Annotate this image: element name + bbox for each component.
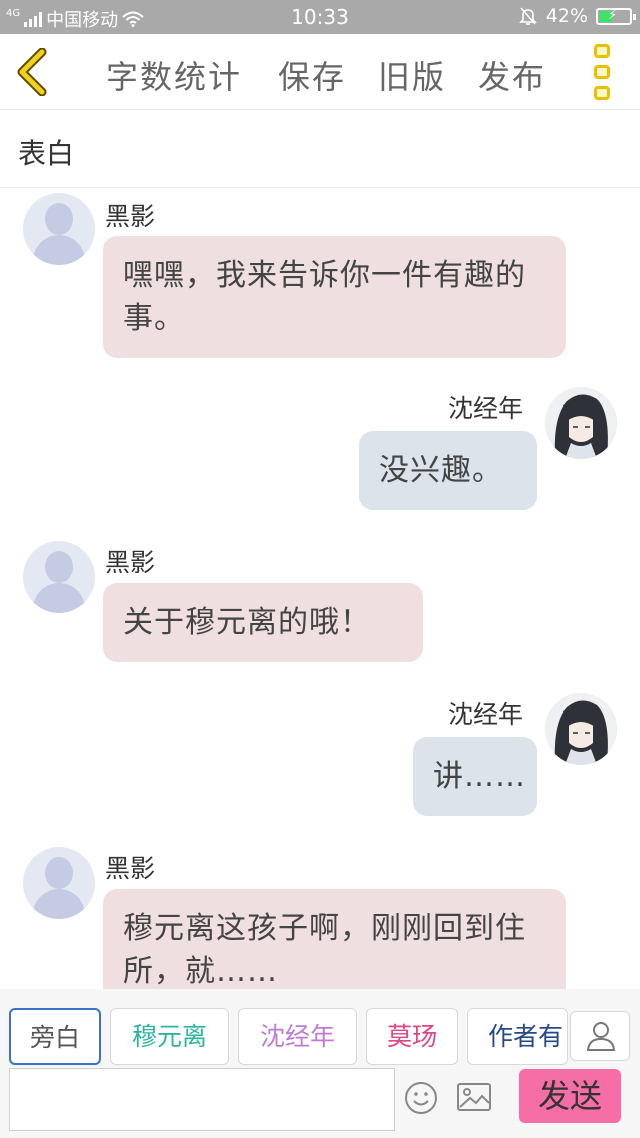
speaker-name: 黑影 (105, 548, 156, 577)
role-chip[interactable]: 穆元离 (110, 1008, 229, 1065)
speaker-name: 黑影 (105, 202, 156, 231)
role-chip-narrator[interactable]: 旁白 (9, 1008, 101, 1065)
role-label: 旁白 (29, 1023, 80, 1052)
character-manager-button[interactable] (570, 1011, 630, 1061)
character-portrait-image (545, 387, 617, 459)
top-toolbar: 字数统计 保存 旧版 发布 (0, 34, 640, 110)
role-chip[interactable]: 沈经年 (238, 1008, 357, 1065)
default-avatar-icon[interactable] (23, 541, 95, 613)
word-count-button[interactable]: 字数统计 (106, 52, 242, 98)
character-portrait-image (545, 693, 617, 765)
message-bubble[interactable]: 穆元离这孩子啊，刚刚回到住所，就…… (103, 889, 566, 989)
chapter-title: 表白 (18, 137, 75, 170)
message-bubble[interactable]: 关于穆元离的哦！ (103, 583, 423, 662)
role-label: 莫玚 (386, 1022, 437, 1051)
publish-button[interactable]: 发布 (478, 52, 546, 98)
emoji-icon[interactable] (404, 1081, 438, 1115)
back-arrow-icon[interactable] (14, 48, 54, 96)
editor-screen: 4G 中国移动 10:33 42% ⚡ 字数统计 保存 旧版 发布 表白 黑影 … (0, 0, 640, 1138)
speaker-name: 沈经年 (448, 700, 524, 729)
battery-percent: 42% (545, 5, 588, 27)
speaker-name: 黑影 (105, 854, 156, 883)
chapter-title-row[interactable]: 表白 (0, 110, 640, 188)
default-avatar-icon[interactable] (23, 193, 95, 265)
mute-bell-icon (518, 7, 537, 25)
role-label: 穆元离 (131, 1022, 207, 1051)
message-bubble[interactable]: 讲…… (413, 737, 537, 816)
character-avatar[interactable] (545, 693, 617, 765)
role-label: 沈经年 (259, 1022, 335, 1051)
image-icon[interactable] (456, 1081, 492, 1113)
compose-bar: 发送 (0, 1067, 640, 1138)
old-version-button[interactable]: 旧版 (378, 52, 446, 98)
status-bar: 4G 中国移动 10:33 42% ⚡ (0, 0, 640, 34)
speaker-name: 沈经年 (448, 394, 524, 423)
character-avatar[interactable] (545, 387, 617, 459)
message-bubble[interactable]: 嘿嘿，我来告诉你一件有趣的事。 (103, 236, 566, 358)
role-chip[interactable]: 莫玚 (366, 1008, 458, 1065)
message-bubble[interactable]: 没兴趣。 (359, 431, 537, 510)
role-selector: 旁白 穆元离 沈经年 莫玚 作者有 (0, 989, 640, 1067)
save-button[interactable]: 保存 (278, 52, 346, 98)
role-label: 作者有 (488, 1022, 564, 1051)
status-right: 42% ⚡ (518, 5, 636, 27)
send-button[interactable]: 发送 (519, 1069, 621, 1123)
chat-area[interactable]: 黑影 嘿嘿，我来告诉你一件有趣的事。 沈经年 没兴趣。 黑影 关于穆元离的哦！ (0, 189, 640, 989)
role-chip-author[interactable]: 作者有 (467, 1008, 568, 1065)
default-avatar-icon[interactable] (23, 847, 95, 919)
more-menu-icon[interactable] (594, 44, 614, 100)
battery-icon: ⚡ (596, 7, 636, 25)
message-input[interactable] (9, 1068, 395, 1131)
person-icon (586, 1022, 616, 1051)
